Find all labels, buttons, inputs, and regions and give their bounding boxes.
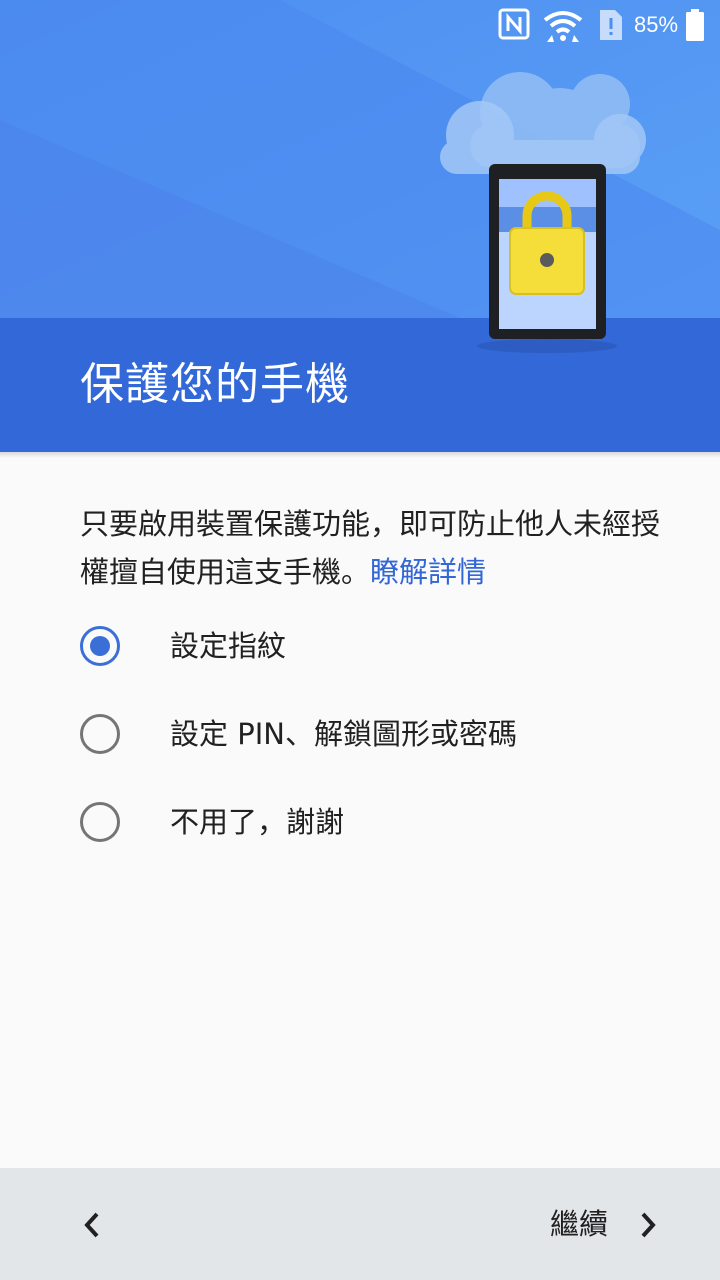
- radio-pin-pattern-password[interactable]: [80, 714, 120, 754]
- sim-alert-icon: [600, 10, 622, 40]
- header-shadow: [0, 452, 720, 458]
- next-label: 繼續: [549, 1207, 608, 1241]
- nfc-icon: [498, 8, 530, 40]
- option-pin-pattern-password[interactable]: 設定 PIN、解鎖圖形或密碼: [0, 690, 720, 778]
- page-title: 保護您的手機: [80, 359, 350, 410]
- back-button[interactable]: [60, 1188, 130, 1260]
- setup-screen: 保護您的手機 85% 只要啟用裝置保護功能，即可防止他人未經授權擅自使用這支手機…: [0, 0, 720, 1280]
- option-label: 設定 PIN、解鎖圖形或密碼: [170, 717, 517, 751]
- radio-fingerprint[interactable]: [80, 626, 120, 666]
- option-label: 不用了，謝謝: [170, 805, 345, 839]
- battery-percent: 85%: [634, 12, 679, 37]
- radio-skip[interactable]: [80, 802, 120, 842]
- wifi-icon: [543, 11, 583, 42]
- option-skip[interactable]: 不用了，謝謝: [0, 778, 720, 866]
- next-button[interactable]: 繼續: [500, 1188, 660, 1260]
- option-fingerprint[interactable]: 設定指紋: [0, 602, 720, 690]
- header: 保護您的手機: [0, 0, 720, 452]
- chevron-left-icon: [84, 1212, 99, 1238]
- description: 只要啟用裝置保護功能，即可防止他人未經授權擅自使用這支手機。瞭解詳情: [80, 500, 660, 596]
- lock-options: 設定指紋 設定 PIN、解鎖圖形或密碼 不用了，謝謝: [0, 602, 720, 866]
- chevron-right-icon: [641, 1212, 656, 1238]
- learn-more-link[interactable]: 瞭解詳情: [370, 555, 486, 589]
- battery-icon: [686, 9, 704, 41]
- option-label: 設定指紋: [170, 629, 287, 663]
- status-bar: 85%: [0, 0, 720, 50]
- footer-nav: 繼續: [0, 1168, 720, 1280]
